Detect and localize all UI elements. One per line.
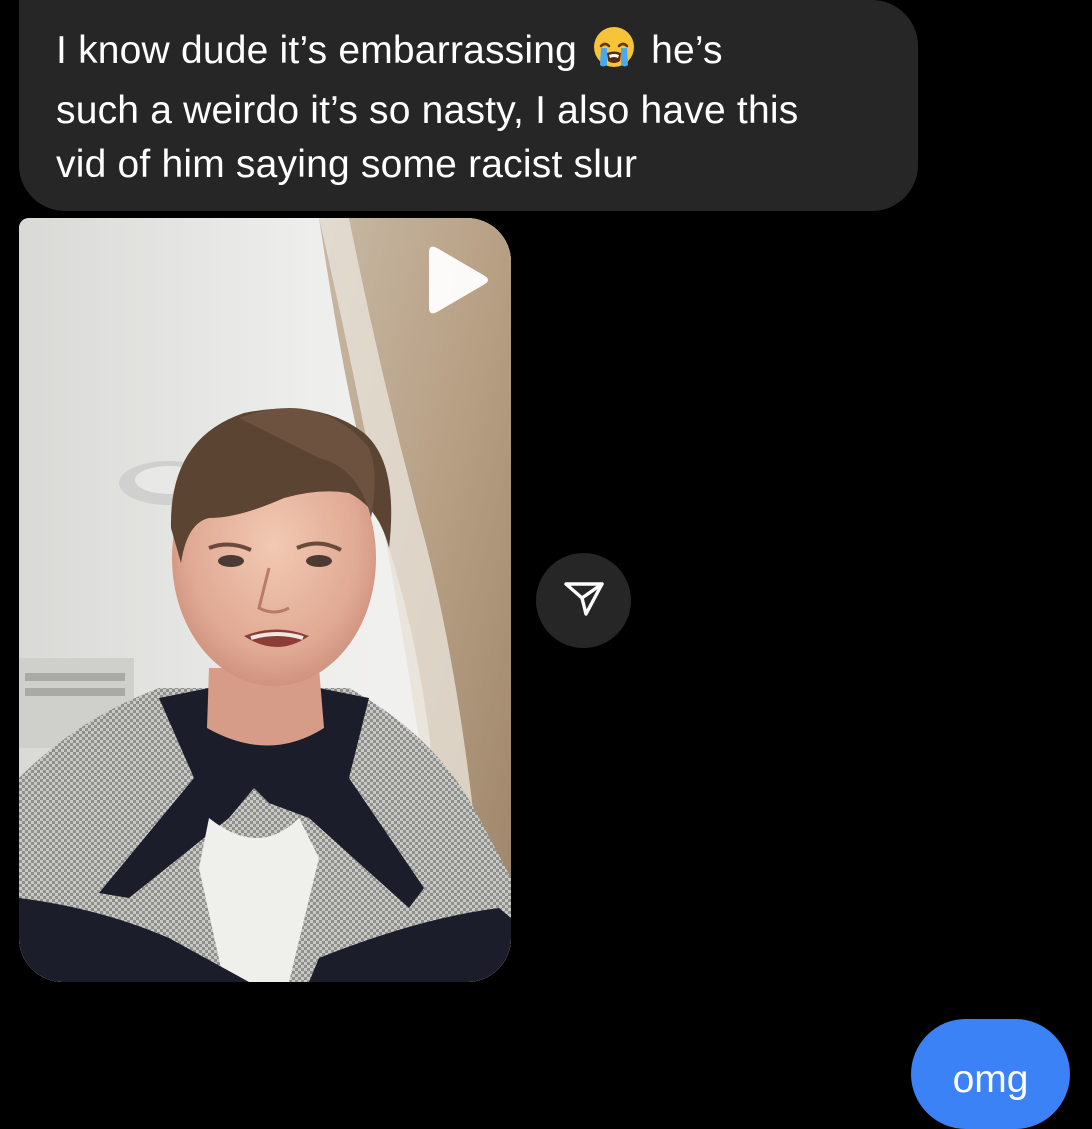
message-text: omg	[952, 1058, 1029, 1101]
paper-plane-icon	[562, 576, 606, 625]
video-message-thumbnail[interactable]	[19, 218, 511, 982]
incoming-message-bubble[interactable]: I know dude it’s embarrassing he’s such …	[19, 0, 918, 211]
play-icon[interactable]	[419, 240, 499, 320]
video-frame-image	[19, 218, 511, 982]
message-thread: I know dude it’s embarrassing he’s such …	[0, 0, 1092, 1129]
share-button[interactable]	[536, 553, 631, 648]
outgoing-message-bubble[interactable]: omg	[911, 1019, 1070, 1129]
loudly-crying-face-emoji-icon	[592, 25, 636, 84]
message-text: I know dude it’s embarrassing he’s such …	[56, 24, 880, 192]
message-text-part-1: I know dude it’s embarrassing	[56, 29, 589, 72]
